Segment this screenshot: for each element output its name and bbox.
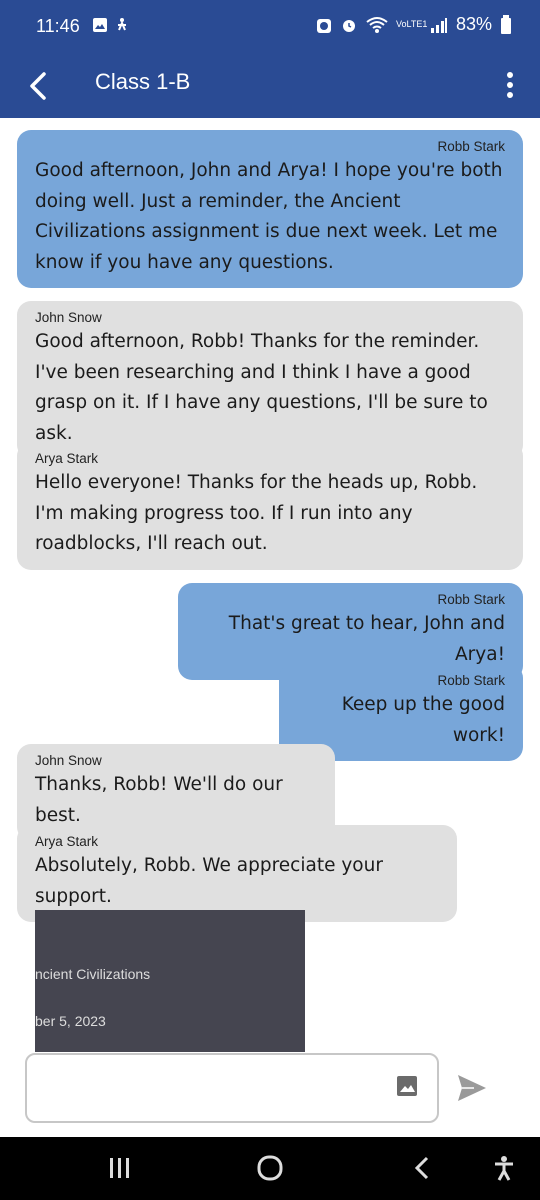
network-label: VoLTE1 (395, 19, 428, 29)
message-sender: Robb Stark (437, 139, 505, 154)
system-navigation-bar (0, 1137, 540, 1200)
attachment-title: ncient Civilizations (35, 966, 151, 982)
message-sender: Arya Stark (35, 834, 99, 849)
gallery-notification-icon (93, 18, 107, 32)
message-list[interactable]: Robb Stark Good afternoon, John and Arya… (0, 118, 540, 1052)
message-bubble[interactable]: Arya Stark Hello everyone! Thanks for th… (17, 442, 523, 570)
signal-icon (430, 17, 447, 33)
notification-icons (92, 17, 130, 33)
message-composer (25, 1053, 439, 1123)
accessibility-notification-icon (118, 18, 126, 31)
alarm-app-icon (316, 18, 331, 33)
back-arrow-icon[interactable] (24, 68, 52, 104)
status-time: 11:46 (36, 16, 80, 36)
message-text: Thanks, Robb! We'll do our best. (35, 774, 283, 826)
message-text: Hello everyone! Thanks for the heads up,… (35, 472, 478, 554)
message-sender: Arya Stark (35, 451, 99, 466)
message-text: Good afternoon, Robb! Thanks for the rem… (35, 331, 488, 444)
message-text: Absolutely, Robb. We appreciate your sup… (35, 855, 383, 907)
app-bar: Class 1-B (0, 54, 540, 118)
battery-icon (501, 14, 511, 34)
status-bar: 11:46 VoLTE1 83% (0, 0, 540, 54)
message-text: Good afternoon, John and Arya! I hope yo… (35, 160, 503, 273)
home-icon[interactable] (257, 1155, 283, 1181)
message-input[interactable] (39, 1065, 379, 1111)
message-text: That's great to hear, John and Arya! (228, 613, 505, 665)
message-text: Keep up the good work! (341, 694, 505, 746)
more-options-icon[interactable] (500, 66, 520, 106)
message-sender: John Snow (35, 310, 102, 325)
recent-apps-icon[interactable] (108, 1155, 132, 1181)
image-attach-icon[interactable] (395, 1074, 419, 1098)
wifi-icon (366, 16, 388, 33)
attachment-preview[interactable]: ncient Civilizations ber 5, 2023 (35, 910, 305, 1052)
attachment-date: ber 5, 2023 (35, 1013, 106, 1029)
alarm-clock-icon (342, 19, 355, 32)
message-sender: John Snow (35, 753, 102, 768)
message-bubble[interactable]: Arya Stark Absolutely, Robb. We apprecia… (17, 825, 457, 922)
chat-title: Class 1-B (95, 69, 191, 94)
accessibility-icon[interactable] (492, 1155, 516, 1181)
status-right-area: VoLTE1 83% (316, 14, 512, 35)
message-bubble[interactable]: Robb Stark Good afternoon, John and Arya… (17, 130, 523, 288)
battery-percent: 83% (455, 14, 492, 34)
message-sender: Robb Stark (437, 673, 505, 688)
message-bubble[interactable]: John Snow Good afternoon, Robb! Thanks f… (17, 301, 523, 459)
back-nav-icon[interactable] (410, 1155, 434, 1181)
message-sender: Robb Stark (437, 592, 505, 607)
send-icon[interactable] (456, 1073, 488, 1103)
